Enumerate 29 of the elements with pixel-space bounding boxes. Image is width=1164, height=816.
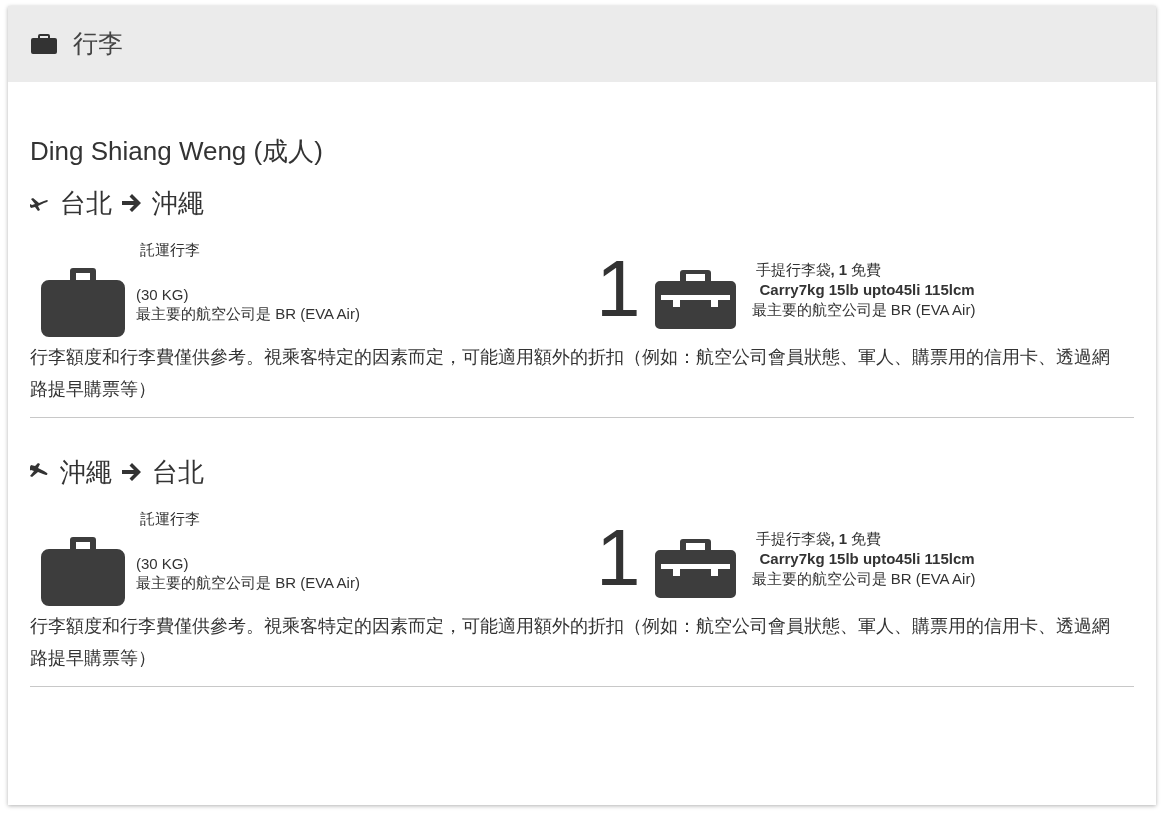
airline-info: 最主要的航空公司是 BR (EVA Air) (751, 569, 976, 589)
disclaimer-text: 行李額度和行李費僅供參考。視乘客特定的因素而定，可能適用額外的折扣（例如：航空公司會員狀態、軍人、購票用的信用卡、透過網路提早購票等） (30, 615, 1111, 670)
airline-info: 最主要的航空公司是 BR (EVA Air) (751, 300, 976, 320)
checked-weight: (30 KG) (136, 554, 190, 573)
checked-weight: (30 KG) (136, 285, 190, 304)
suitcase-icon (41, 537, 125, 606)
airline-info: 最主要的航空公司是 BR (EVA Air) (136, 573, 360, 592)
briefcase-icon (31, 34, 57, 54)
card-title: 行李 (73, 28, 123, 60)
carry-on-title: 手提行李袋, 1 免費 (755, 260, 883, 280)
destination-city: 台北 (152, 455, 204, 489)
checked-baggage-label: 託運行李 (140, 509, 201, 528)
bag-count: 1 (596, 518, 641, 598)
carry-on-title: 手提行李袋, 1 免費 (755, 529, 883, 549)
checked-baggage-label: 託運行李 (140, 240, 201, 259)
toolbox-icon (654, 539, 736, 598)
passenger-name: Ding Shiang Weng (成人) (30, 135, 324, 168)
carry-on-detail: Carry7kg 15lb upto45li 115lcm (758, 280, 976, 300)
destination-city: 沖繩 (152, 186, 204, 220)
arrow-icon (122, 194, 142, 212)
disclaimer-text: 行李額度和行李費僅供參考。視乘客特定的因素而定，可能適用額外的折扣（例如：航空公司會員狀態、軍人、購票用的信用卡、透過網路提早購票等） (30, 346, 1111, 401)
arrow-icon (122, 463, 142, 481)
origin-city: 台北 (60, 186, 112, 220)
suitcase-icon (41, 268, 125, 337)
carry-on-detail: Carry7kg 15lb upto45li 115lcm (758, 549, 976, 569)
origin-city: 沖繩 (60, 455, 112, 489)
toolbox-icon (654, 270, 736, 329)
airline-info: 最主要的航空公司是 BR (EVA Air) (136, 304, 360, 323)
bag-count: 1 (596, 249, 641, 329)
